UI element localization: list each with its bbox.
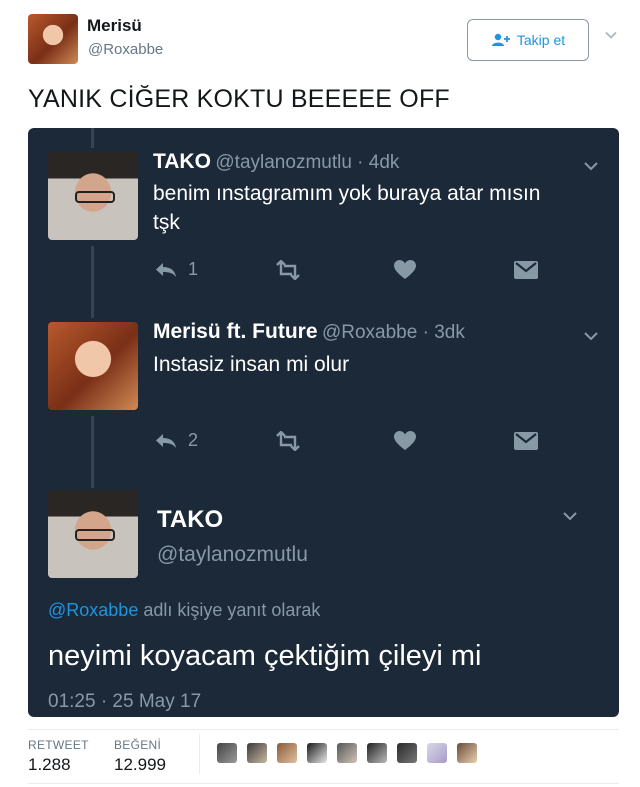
divider	[28, 783, 619, 784]
reply2-reply-button[interactable]: 2	[154, 430, 198, 451]
follow-button[interactable]: Takip et	[467, 19, 589, 61]
like-icon[interactable]	[394, 431, 416, 451]
main-handle[interactable]: @taylanozmutlu	[157, 543, 308, 567]
reply1-reply-button[interactable]: 1	[154, 259, 198, 280]
divider	[199, 734, 200, 774]
reply1-text-line2: tşk	[153, 211, 180, 234]
main-timestamp[interactable]: 01:25 · 25 May 17	[48, 691, 201, 713]
divider	[28, 729, 619, 730]
liker-avatar[interactable]	[307, 743, 327, 763]
main-name[interactable]: TAKO	[157, 506, 223, 534]
reply-context: @Roxabbe adlı kişiye yanıt olarak	[48, 600, 320, 621]
reply1-text-line1: benim ınstagramım yok buraya atar mısın	[153, 182, 541, 205]
reply2-reply-count: 2	[188, 430, 199, 450]
reply-icon	[156, 262, 176, 277]
follow-label: Takip et	[516, 32, 566, 48]
reply-to-link[interactable]: @Roxabbe	[48, 600, 138, 620]
reply2-handle[interactable]: @Roxabbe · 3dk	[322, 322, 465, 343]
reply2-avatar[interactable]	[48, 322, 138, 410]
liker-avatar[interactable]	[397, 743, 417, 763]
author-name[interactable]: Merisü	[87, 16, 142, 36]
retweet-icon[interactable]	[273, 260, 303, 280]
liker-avatar[interactable]	[217, 743, 237, 763]
liker-avatar[interactable]	[337, 743, 357, 763]
reply2-name[interactable]: Merisü ft. Future	[153, 320, 318, 343]
reply1-name[interactable]: TAKO	[153, 150, 211, 173]
add-user-icon	[491, 33, 510, 46]
like-count: 12.999	[114, 755, 166, 774]
embedded-screenshot: TAKO @taylanozmutlu · 4dk benim ınstagra…	[28, 128, 619, 717]
thread-line	[91, 416, 94, 488]
liker-avatar[interactable]	[457, 743, 477, 763]
retweet-icon[interactable]	[273, 431, 303, 451]
reply2-text: Instasiz insan mi olur	[153, 353, 350, 376]
reply1-handle[interactable]: @taylanozmutlu · 4dk	[215, 152, 399, 173]
reply-icon	[156, 433, 176, 448]
chevron-down-icon[interactable]	[562, 508, 578, 524]
like-label: BEĞENİ	[114, 738, 162, 752]
reply1-avatar[interactable]	[48, 152, 138, 240]
chevron-down-icon[interactable]	[604, 28, 618, 42]
tweet-text: YANIK CİĞER KOKTU BEEEEE OFF	[28, 85, 450, 113]
reply1-reply-count: 1	[188, 259, 199, 279]
reply1-header: TAKO @taylanozmutlu · 4dk	[153, 150, 399, 174]
liker-avatar[interactable]	[427, 743, 447, 763]
author-avatar[interactable]	[28, 14, 78, 64]
chevron-down-icon[interactable]	[583, 328, 599, 344]
like-stat[interactable]: BEĞENİ 12.999	[114, 738, 166, 775]
author-handle[interactable]: @Roxabbe	[88, 41, 163, 58]
retweet-label: RETWEET	[28, 738, 89, 752]
liker-avatar[interactable]	[247, 743, 267, 763]
liker-avatar[interactable]	[277, 743, 297, 763]
dm-icon[interactable]	[514, 261, 538, 279]
like-icon[interactable]	[394, 260, 416, 280]
thread-line	[91, 246, 94, 318]
reply1-text: benim ınstagramım yok buraya atar mısın …	[153, 179, 541, 237]
main-avatar[interactable]	[48, 490, 138, 578]
dm-icon[interactable]	[514, 432, 538, 450]
chevron-down-icon[interactable]	[583, 158, 599, 174]
liker-avatar[interactable]	[367, 743, 387, 763]
retweet-count: 1.288	[28, 755, 71, 774]
likers-avatars	[217, 743, 477, 763]
retweet-stat[interactable]: RETWEET 1.288	[28, 738, 89, 775]
reply-to-suffix: adlı kişiye yanıt olarak	[138, 600, 321, 620]
reply2-header: Merisü ft. Future @Roxabbe · 3dk	[153, 320, 465, 344]
main-text: neyimi koyacam çektiğim çileyi mi	[48, 640, 482, 672]
thread-line	[91, 128, 94, 148]
